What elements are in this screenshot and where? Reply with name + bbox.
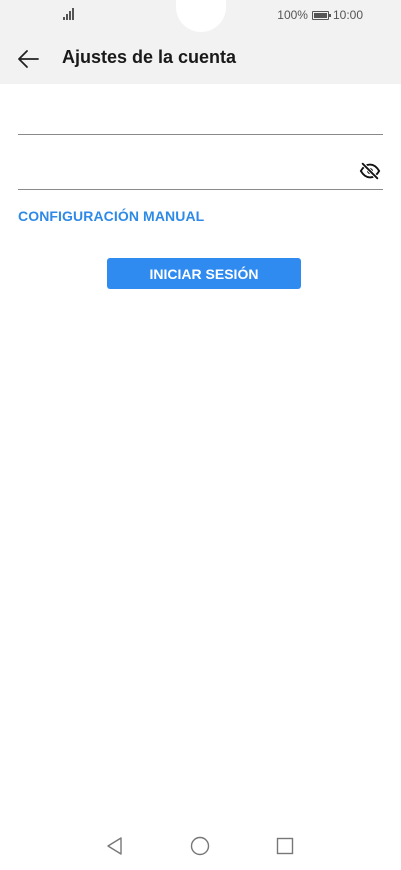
battery-icon	[311, 10, 331, 20]
app-bar: Ajustes de la cuenta	[0, 32, 401, 84]
recents-icon[interactable]	[274, 835, 296, 857]
password-input[interactable]	[18, 161, 348, 179]
status-right: 100% 10:00	[277, 8, 363, 22]
nav-back-icon[interactable]	[104, 835, 126, 857]
signal-icon	[63, 8, 74, 20]
camera-notch	[176, 0, 226, 32]
eye-off-icon[interactable]	[359, 160, 381, 182]
back-arrow-icon[interactable]	[16, 46, 42, 72]
home-icon[interactable]	[189, 835, 211, 857]
status-bar: 100% 10:00	[0, 0, 401, 32]
system-nav-bar	[0, 826, 401, 866]
password-field[interactable]	[18, 150, 383, 190]
email-field[interactable]	[18, 96, 383, 135]
email-input[interactable]	[18, 106, 348, 124]
battery-fill	[313, 12, 327, 18]
login-button[interactable]: INICIAR SESIÓN	[107, 258, 301, 289]
manual-setup-link[interactable]: CONFIGURACIÓN MANUAL	[18, 208, 204, 224]
status-time: 10:00	[332, 8, 363, 22]
page-title: Ajustes de la cuenta	[62, 47, 237, 67]
battery-percent: 100%	[277, 8, 308, 22]
